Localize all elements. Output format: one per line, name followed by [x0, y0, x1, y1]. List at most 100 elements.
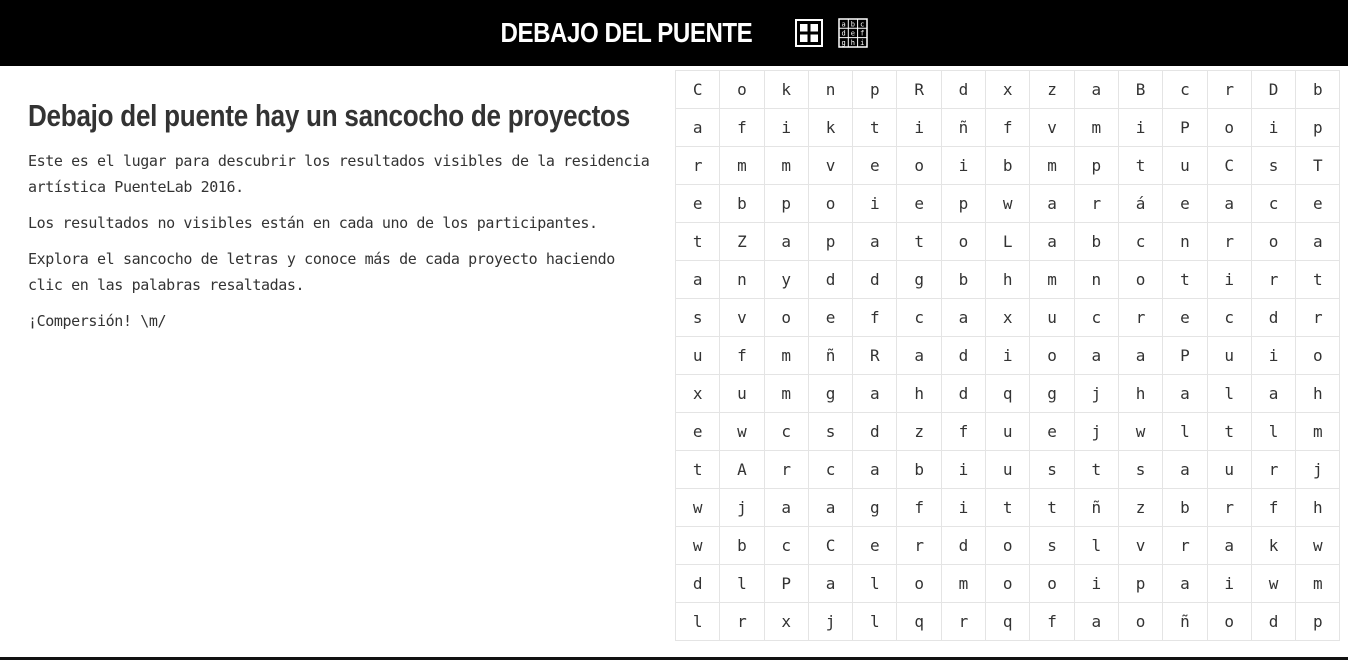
grid-letter-cell[interactable]: o: [896, 146, 942, 185]
grid-letter-cell[interactable]: i: [940, 488, 987, 527]
grid-letter-cell[interactable]: p: [852, 70, 898, 109]
grid-letter-cell[interactable]: h: [1295, 488, 1341, 527]
grid-letter-cell[interactable]: c: [1162, 70, 1208, 109]
grid-letter-cell[interactable]: r: [763, 450, 809, 489]
grid-letter-cell[interactable]: T: [1295, 146, 1341, 185]
grid-letter-cell[interactable]: t: [1117, 146, 1164, 185]
grid-letter-cell[interactable]: w: [1295, 526, 1341, 565]
grid-letter-cell[interactable]: d: [940, 70, 987, 109]
grid-letter-cell[interactable]: d: [674, 564, 721, 603]
grid-letter-cell[interactable]: n: [1162, 222, 1208, 261]
grid-letter-cell[interactable]: ñ: [1162, 602, 1208, 641]
grid-letter-cell[interactable]: b: [719, 184, 765, 223]
grid-letter-cell[interactable]: o: [1029, 564, 1075, 603]
grid-letter-cell[interactable]: e: [852, 146, 898, 185]
grid-letter-cell[interactable]: o: [1295, 336, 1341, 375]
grid-letter-cell[interactable]: k: [807, 108, 854, 147]
grid-letter-cell[interactable]: w: [719, 412, 765, 451]
grid-letter-cell[interactable]: a: [674, 108, 721, 147]
grid-letter-cell[interactable]: s: [1029, 526, 1075, 565]
grid-letter-cell[interactable]: x: [674, 374, 721, 413]
grid-letter-cell[interactable]: a: [940, 298, 987, 337]
grid-letter-cell[interactable]: r: [940, 602, 987, 641]
grid-letter-cell[interactable]: s: [807, 412, 854, 451]
grid-letter-cell[interactable]: a: [1295, 222, 1341, 261]
grid-letter-cell[interactable]: f: [719, 336, 765, 375]
grid-letter-cell[interactable]: a: [896, 336, 942, 375]
grid-letter-cell[interactable]: a: [1073, 70, 1119, 109]
grid-letter-cell[interactable]: i: [1250, 108, 1297, 147]
grid-letter-cell[interactable]: t: [1206, 412, 1252, 451]
grid-letter-cell[interactable]: u: [1206, 450, 1252, 489]
grid-letter-cell[interactable]: b: [896, 450, 942, 489]
grid-letter-cell[interactable]: s: [1117, 450, 1164, 489]
grid-letter-cell[interactable]: k: [763, 70, 809, 109]
grid-letter-cell[interactable]: o: [1250, 222, 1297, 261]
grid-letter-cell[interactable]: c: [807, 450, 854, 489]
grid-letter-cell[interactable]: l: [1206, 374, 1252, 413]
grid-letter-cell[interactable]: l: [719, 564, 765, 603]
grid-letter-cell[interactable]: a: [1206, 526, 1252, 565]
grid-letter-cell[interactable]: w: [1117, 412, 1164, 451]
grid-letter-cell[interactable]: a: [1073, 336, 1119, 375]
grid-letter-cell[interactable]: r: [719, 602, 765, 641]
grid-letter-cell[interactable]: r: [1295, 298, 1341, 337]
grid-letter-cell[interactable]: y: [763, 260, 809, 299]
grid-letter-cell[interactable]: j: [1073, 374, 1119, 413]
grid-letter-cell[interactable]: r: [1206, 488, 1252, 527]
grid-letter-cell[interactable]: r: [1250, 260, 1297, 299]
grid-letter-cell[interactable]: p: [763, 184, 809, 223]
grid-letter-cell[interactable]: h: [1295, 374, 1341, 413]
grid-letter-cell[interactable]: o: [940, 222, 987, 261]
grid-letter-cell[interactable]: g: [1029, 374, 1075, 413]
grid-letter-cell[interactable]: n: [719, 260, 765, 299]
grid-letter-cell[interactable]: u: [719, 374, 765, 413]
grid-letter-cell[interactable]: g: [807, 374, 854, 413]
grid-letter-cell[interactable]: t: [1162, 260, 1208, 299]
grid-letter-cell[interactable]: e: [896, 184, 942, 223]
grid-letter-cell[interactable]: w: [985, 184, 1031, 223]
grid-letter-cell[interactable]: m: [763, 336, 809, 375]
grid-letter-cell[interactable]: m: [1029, 146, 1075, 185]
grid-letter-cell[interactable]: l: [1073, 526, 1119, 565]
grid-letter-cell[interactable]: o: [763, 298, 809, 337]
grid-letter-cell[interactable]: f: [940, 412, 987, 451]
grid-letter-cell[interactable]: b: [985, 146, 1031, 185]
grid-letter-cell[interactable]: v: [1117, 526, 1164, 565]
grid-letter-cell[interactable]: i: [985, 336, 1031, 375]
grid-letter-cell[interactable]: b: [1295, 70, 1341, 109]
grid-letter-cell[interactable]: s: [1029, 450, 1075, 489]
grid-letter-cell[interactable]: a: [1029, 222, 1075, 261]
grid-letter-cell[interactable]: m: [1029, 260, 1075, 299]
grid-letter-cell[interactable]: Z: [719, 222, 765, 261]
grid-letter-cell[interactable]: l: [852, 602, 898, 641]
grid-letter-cell[interactable]: x: [985, 70, 1031, 109]
grid-letter-cell[interactable]: s: [674, 298, 721, 337]
grid-letter-cell[interactable]: r: [1117, 298, 1164, 337]
grid-letter-cell[interactable]: i: [1250, 336, 1297, 375]
grid-letter-cell[interactable]: m: [719, 146, 765, 185]
grid-letter-cell[interactable]: ñ: [1073, 488, 1119, 527]
grid-letter-cell[interactable]: p: [1295, 602, 1341, 641]
grid-letter-cell[interactable]: i: [852, 184, 898, 223]
grid-letter-cell[interactable]: f: [1250, 488, 1297, 527]
grid-letter-cell[interactable]: i: [1117, 108, 1164, 147]
grid-letter-cell[interactable]: a: [852, 450, 898, 489]
grid-letter-cell[interactable]: z: [896, 412, 942, 451]
grid-letter-cell[interactable]: c: [1250, 184, 1297, 223]
grid-letter-cell[interactable]: m: [763, 146, 809, 185]
grid-letter-cell[interactable]: w: [1250, 564, 1297, 603]
grid-letter-cell[interactable]: a: [1250, 374, 1297, 413]
grid-letter-cell[interactable]: o: [1206, 602, 1252, 641]
grid-letter-cell[interactable]: n: [1073, 260, 1119, 299]
grid-letter-cell[interactable]: d: [852, 412, 898, 451]
grid-letter-cell[interactable]: f: [719, 108, 765, 147]
grid-letter-cell[interactable]: w: [674, 526, 721, 565]
grid-letter-cell[interactable]: a: [1029, 184, 1075, 223]
grid-letter-cell[interactable]: t: [674, 450, 721, 489]
grid-letter-cell[interactable]: o: [985, 564, 1031, 603]
grid-letter-cell[interactable]: a: [1117, 336, 1164, 375]
grid-letter-cell[interactable]: P: [1162, 336, 1208, 375]
grid-letter-cell[interactable]: o: [985, 526, 1031, 565]
grid-letter-cell[interactable]: w: [674, 488, 721, 527]
